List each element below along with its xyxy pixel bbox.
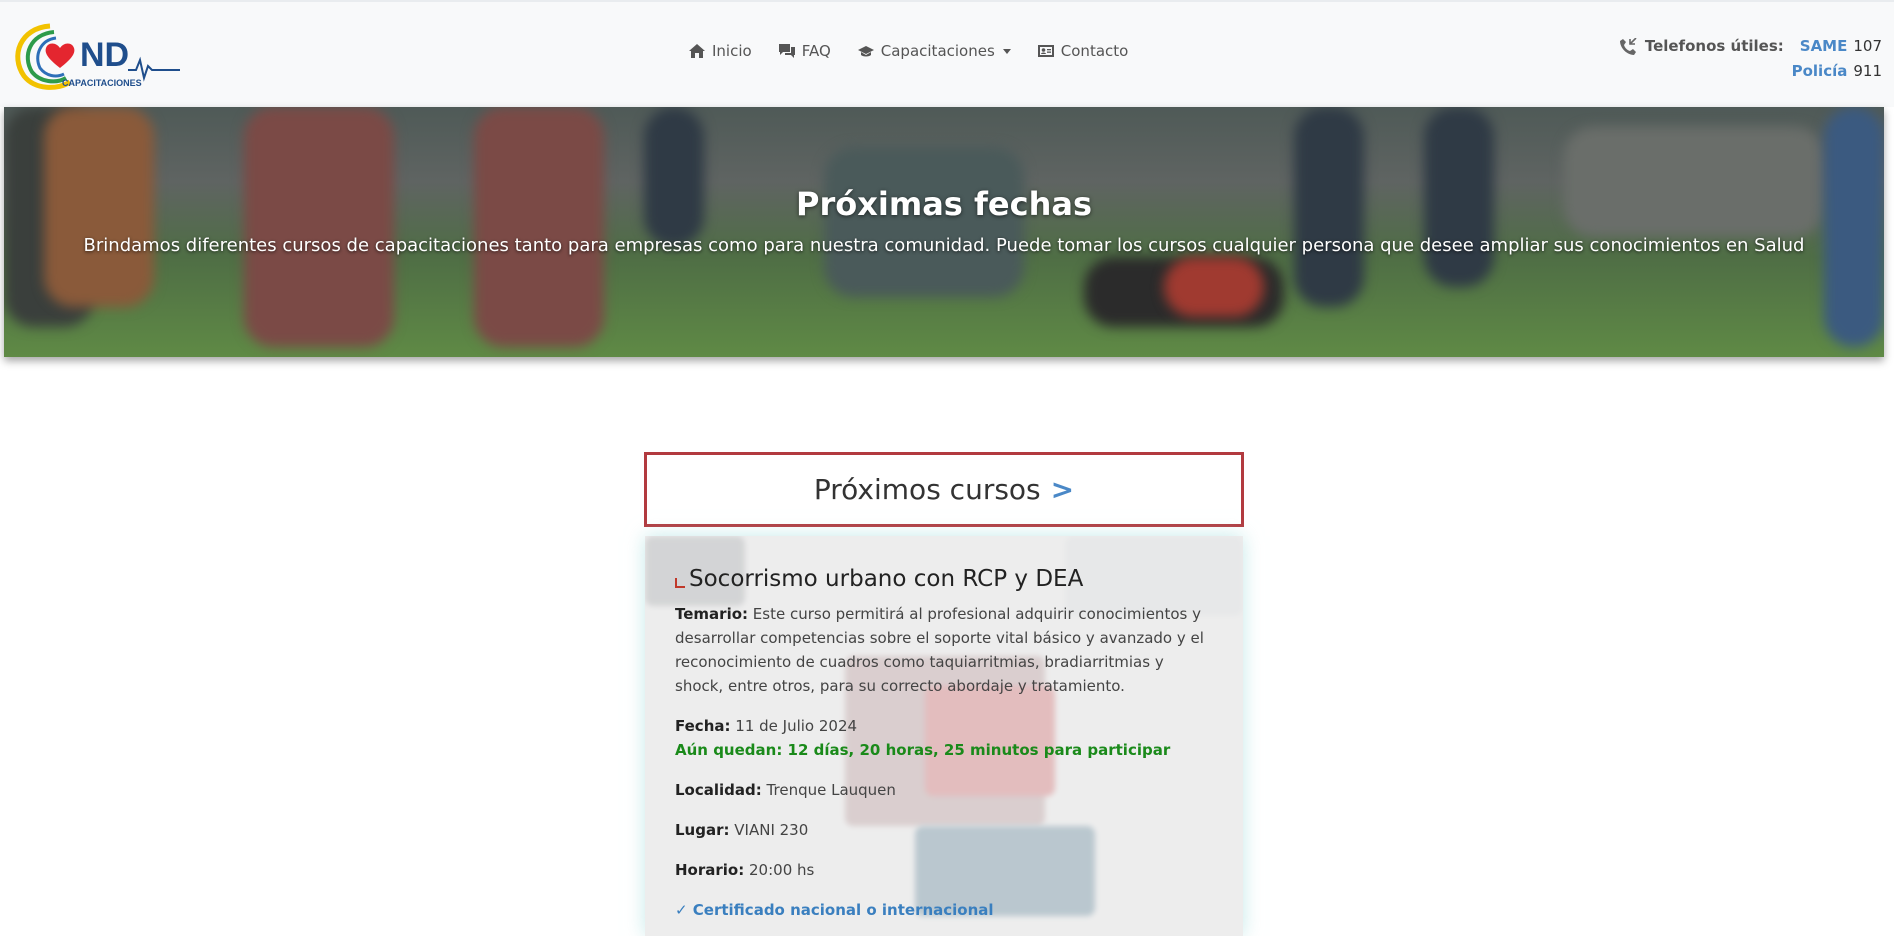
hero-bg-shape	[474, 107, 604, 347]
lugar-label: Lugar:	[675, 821, 730, 839]
hero-bg-shape	[244, 107, 394, 347]
same-label: SAME	[1799, 37, 1848, 55]
hero-subtitle: Brindamos diferentes cursos de capacitac…	[83, 235, 1805, 256]
horario-label: Horario:	[675, 861, 745, 879]
temario-text: Este curso permitirá al profesional adqu…	[675, 605, 1204, 695]
nav-inicio[interactable]: Inicio	[688, 42, 752, 60]
localidad-label: Localidad:	[675, 781, 762, 799]
nav-capacitaciones-label: Capacitaciones	[880, 42, 995, 60]
course-title[interactable]: Socorrismo urbano con RCP y DEA	[675, 566, 1215, 592]
certificate-link[interactable]: ✓ Certificado nacional o internacional	[675, 898, 1215, 922]
course-card: Socorrismo urbano con RCP y DEA Temario:…	[645, 536, 1243, 936]
phone-icon	[1619, 37, 1637, 55]
navbar: ND CAPACITACIONES Inicio FAQ Capacitacio…	[0, 0, 1894, 107]
nav-contacto-label: Contacto	[1060, 42, 1129, 60]
nav-inicio-label: Inicio	[712, 42, 752, 60]
same-number[interactable]: 107	[1853, 34, 1882, 59]
course-temario: Temario: Este curso permitirá al profesi…	[675, 602, 1215, 698]
fecha-value: 11 de Julio 2024	[735, 717, 858, 735]
phones-label: Telefonos útiles:	[1644, 37, 1784, 55]
contact-card-icon	[1037, 45, 1054, 57]
useful-phones: Telefonos útiles: SAME 107 Policía 911	[1619, 34, 1882, 84]
localidad-value: Trenque Lauquen	[766, 781, 896, 799]
nav-faq-label: FAQ	[801, 42, 831, 60]
main-nav: Inicio FAQ Capacitaciones Contacto	[688, 42, 1128, 60]
nav-contacto[interactable]: Contacto	[1037, 42, 1129, 60]
svg-text:CAPACITACIONES: CAPACITACIONES	[62, 78, 142, 88]
home-icon	[689, 44, 705, 58]
hero-title: Próximas fechas	[796, 185, 1092, 223]
course-title-text: Socorrismo urbano con RCP y DEA	[689, 566, 1084, 592]
svg-text:ND: ND	[80, 36, 129, 74]
lugar-value: VIANI 230	[734, 821, 809, 839]
hero-bg-shape	[1824, 107, 1884, 347]
countdown-text: Aún quedan: 12 días, 20 horas, 25 minuto…	[675, 741, 1171, 759]
hero-banner: Próximas fechas Brindamos diferentes cur…	[4, 107, 1884, 357]
hero-bg-shape	[1164, 257, 1264, 317]
horario-value: 20:00 hs	[749, 861, 815, 879]
course-localidad: Localidad: Trenque Lauquen	[675, 778, 1215, 802]
nav-faq[interactable]: FAQ	[778, 42, 831, 60]
temario-label: Temario:	[675, 605, 749, 623]
chevron-down-icon	[1002, 48, 1011, 54]
upcoming-courses-header[interactable]: Próximos cursos >	[644, 452, 1244, 527]
course-lugar: Lugar: VIANI 230	[675, 818, 1215, 842]
police-label: Policía	[1791, 62, 1848, 80]
upcoming-courses-title: Próximos cursos	[813, 473, 1041, 506]
nav-capacitaciones-dropdown[interactable]: Capacitaciones	[857, 42, 1011, 60]
police-number[interactable]: 911	[1853, 59, 1882, 84]
graduation-cap-icon	[857, 46, 874, 57]
brand-logo[interactable]: ND CAPACITACIONES	[10, 16, 182, 94]
hero-bg-shape	[644, 107, 704, 247]
course-horario: Horario: 20:00 hs	[675, 858, 1215, 882]
corner-bracket-icon	[675, 578, 685, 588]
course-details: Socorrismo urbano con RCP y DEA Temario:…	[675, 566, 1215, 922]
chevron-right-icon: >	[1050, 473, 1075, 506]
course-fecha: Fecha: 11 de Julio 2024	[675, 714, 1215, 738]
chat-icon	[778, 44, 795, 58]
fecha-label: Fecha:	[675, 717, 731, 735]
